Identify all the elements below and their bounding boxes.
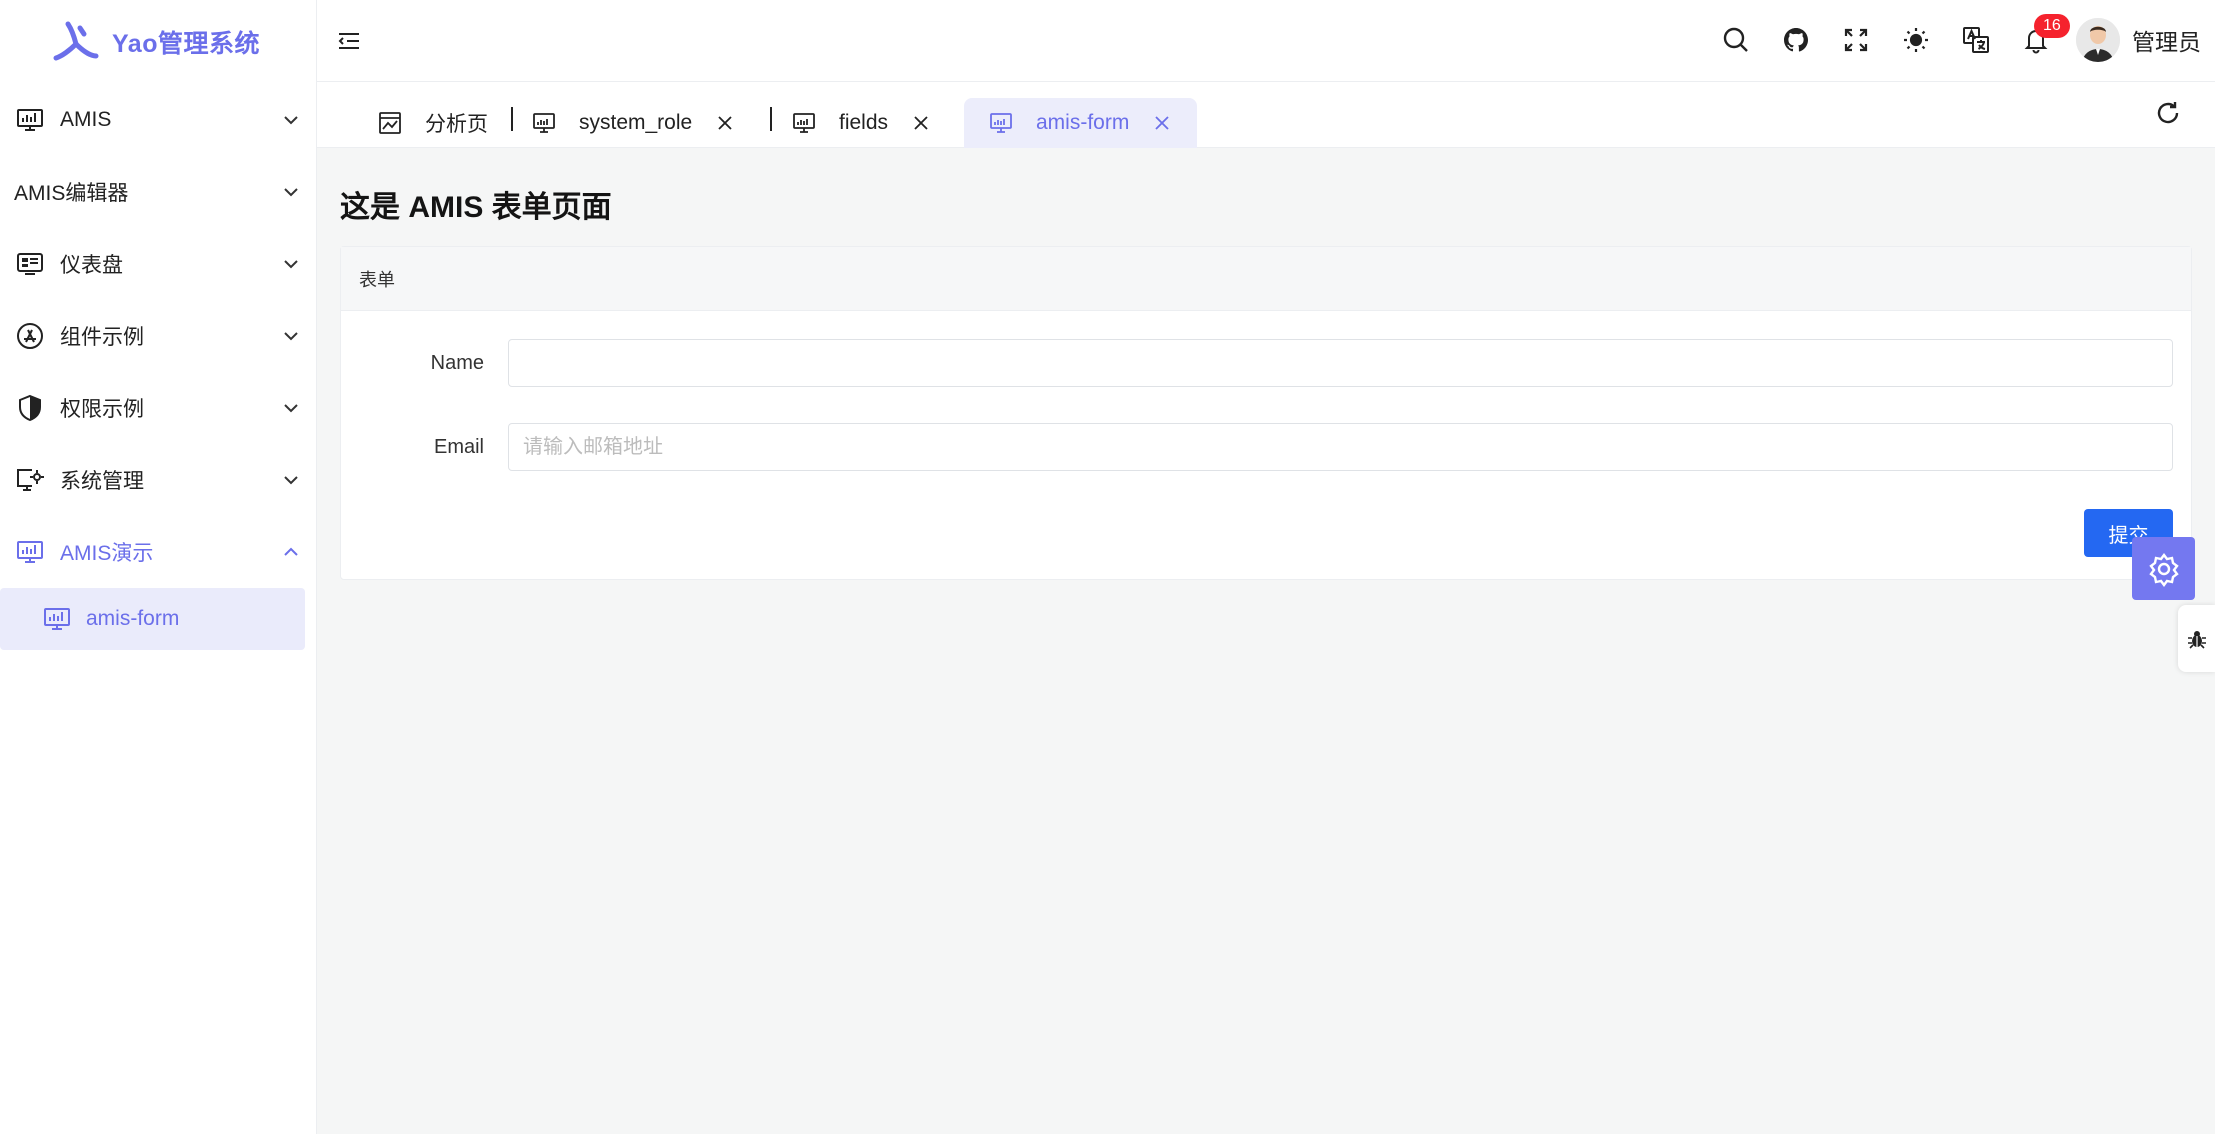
sidebar-item-dashboard[interactable]: 仪表盘 (0, 228, 317, 300)
sidebar-item-label: 权限示例 (60, 398, 144, 421)
tab-label: 分析页 (425, 113, 488, 136)
header-actions: 16 管理员 (1716, 0, 2215, 80)
app-store-icon (14, 320, 46, 352)
chevron-up-icon (284, 547, 298, 556)
fullscreen-icon[interactable] (1836, 20, 1876, 60)
tab-system-role[interactable]: system_role (531, 98, 736, 148)
theme-sun-icon[interactable] (1896, 20, 1936, 60)
sidebar-item-label: AMIS演示 (60, 542, 154, 565)
monitor-chart-icon (14, 536, 46, 568)
sidebar-item-amis[interactable]: AMIS (0, 84, 317, 156)
avatar (2076, 18, 2120, 62)
tab-label: fields (839, 111, 889, 134)
shield-icon (14, 392, 46, 424)
form-row-name: Name (341, 321, 2191, 405)
tab-fields[interactable]: fields (791, 98, 932, 148)
bug-icon (2187, 630, 2206, 649)
sidebar-item-components[interactable]: 组件示例 (0, 300, 317, 372)
sidebar-item-system[interactable]: 系统管理 (0, 444, 317, 516)
close-icon[interactable] (714, 112, 736, 134)
chevron-down-icon (284, 476, 298, 485)
email-label: Email (433, 435, 484, 458)
monitor-chart-icon (793, 113, 815, 133)
form-actions: 提交 (341, 489, 2191, 579)
form-row-email: Email (341, 405, 2191, 489)
chevron-down-icon (284, 116, 298, 125)
chart-image-icon (379, 112, 401, 134)
user-menu[interactable]: 管理员 (2076, 18, 2201, 62)
chevron-down-icon (284, 404, 298, 413)
chevron-down-icon (284, 332, 298, 341)
sidebar-subitem-label: amis-form (86, 607, 180, 630)
sidebar-item-label: 仪表盘 (60, 254, 123, 277)
tab-analysis[interactable]: 分析页 (377, 98, 488, 148)
user-name: 管理员 (2132, 29, 2201, 55)
form-panel: 表单 Name Email 提交 (340, 246, 2192, 580)
bell-icon[interactable]: 16 (2016, 14, 2070, 60)
sidebar-item-amis-demo[interactable]: AMIS演示 (0, 516, 317, 588)
search-icon[interactable] (1716, 20, 1756, 60)
monitor-chart-icon (990, 113, 1012, 133)
name-label: Name (430, 351, 484, 374)
monitor-chart-icon (14, 104, 46, 136)
top-header: 16 管理员 (317, 0, 2215, 82)
sidebar-subitem-amis-form[interactable]: amis-form (0, 588, 305, 650)
dashboard-icon (14, 248, 46, 280)
sidebar-item-label: 组件示例 (60, 326, 144, 349)
page-title: 这是 AMIS 表单页面 (340, 191, 612, 224)
monitor-chart-icon (533, 113, 555, 133)
app-logo[interactable]: Yao管理系统 (50, 12, 260, 72)
monitor-chart-icon (44, 608, 70, 630)
tab-label: amis-form (1036, 111, 1130, 134)
close-icon[interactable] (910, 112, 932, 134)
email-input[interactable] (508, 423, 2173, 471)
sidebar: Yao管理系统 AMIS AMIS编辑器 仪表盘 组件示例 权限示例 系统管理 … (0, 0, 317, 1134)
close-icon[interactable] (1151, 112, 1173, 134)
sidebar-item-label: 系统管理 (60, 470, 144, 493)
tab-label: system_role (579, 111, 693, 134)
tab-amis-form[interactable]: amis-form (964, 98, 1198, 148)
sidebar-item-permissions[interactable]: 权限示例 (0, 372, 317, 444)
app-title: Yao管理系统 (112, 30, 260, 58)
debug-float-button[interactable] (2178, 605, 2215, 672)
panel-title: 表单 (341, 247, 2191, 311)
menu-collapse-icon[interactable] (335, 27, 363, 55)
chevron-down-icon (284, 188, 298, 197)
settings-float-button[interactable] (2132, 537, 2195, 600)
tab-divider (770, 107, 772, 131)
notification-badge: 16 (2034, 14, 2070, 38)
sidebar-item-amis-editor[interactable]: AMIS编辑器 (0, 156, 317, 228)
sidebar-item-label: AMIS编辑器 (14, 182, 129, 205)
gear-icon (2148, 552, 2179, 587)
main-content: 这是 AMIS 表单页面 表单 Name Email 提交 (340, 148, 2192, 580)
monitor-settings-icon (14, 464, 46, 496)
tab-divider (511, 107, 513, 131)
refresh-icon[interactable] (2153, 98, 2183, 128)
github-icon[interactable] (1776, 20, 1816, 60)
page-tabs: 分析页 system_role fields amis-form (317, 82, 2215, 148)
chevron-down-icon (284, 260, 298, 269)
name-input[interactable] (508, 339, 2173, 387)
sidebar-item-label: AMIS (60, 108, 112, 131)
sidebar-menu: AMIS AMIS编辑器 仪表盘 组件示例 权限示例 系统管理 AMIS演示 a… (0, 84, 317, 650)
translate-icon[interactable] (1956, 20, 1996, 60)
yao-logo-icon (53, 21, 99, 61)
